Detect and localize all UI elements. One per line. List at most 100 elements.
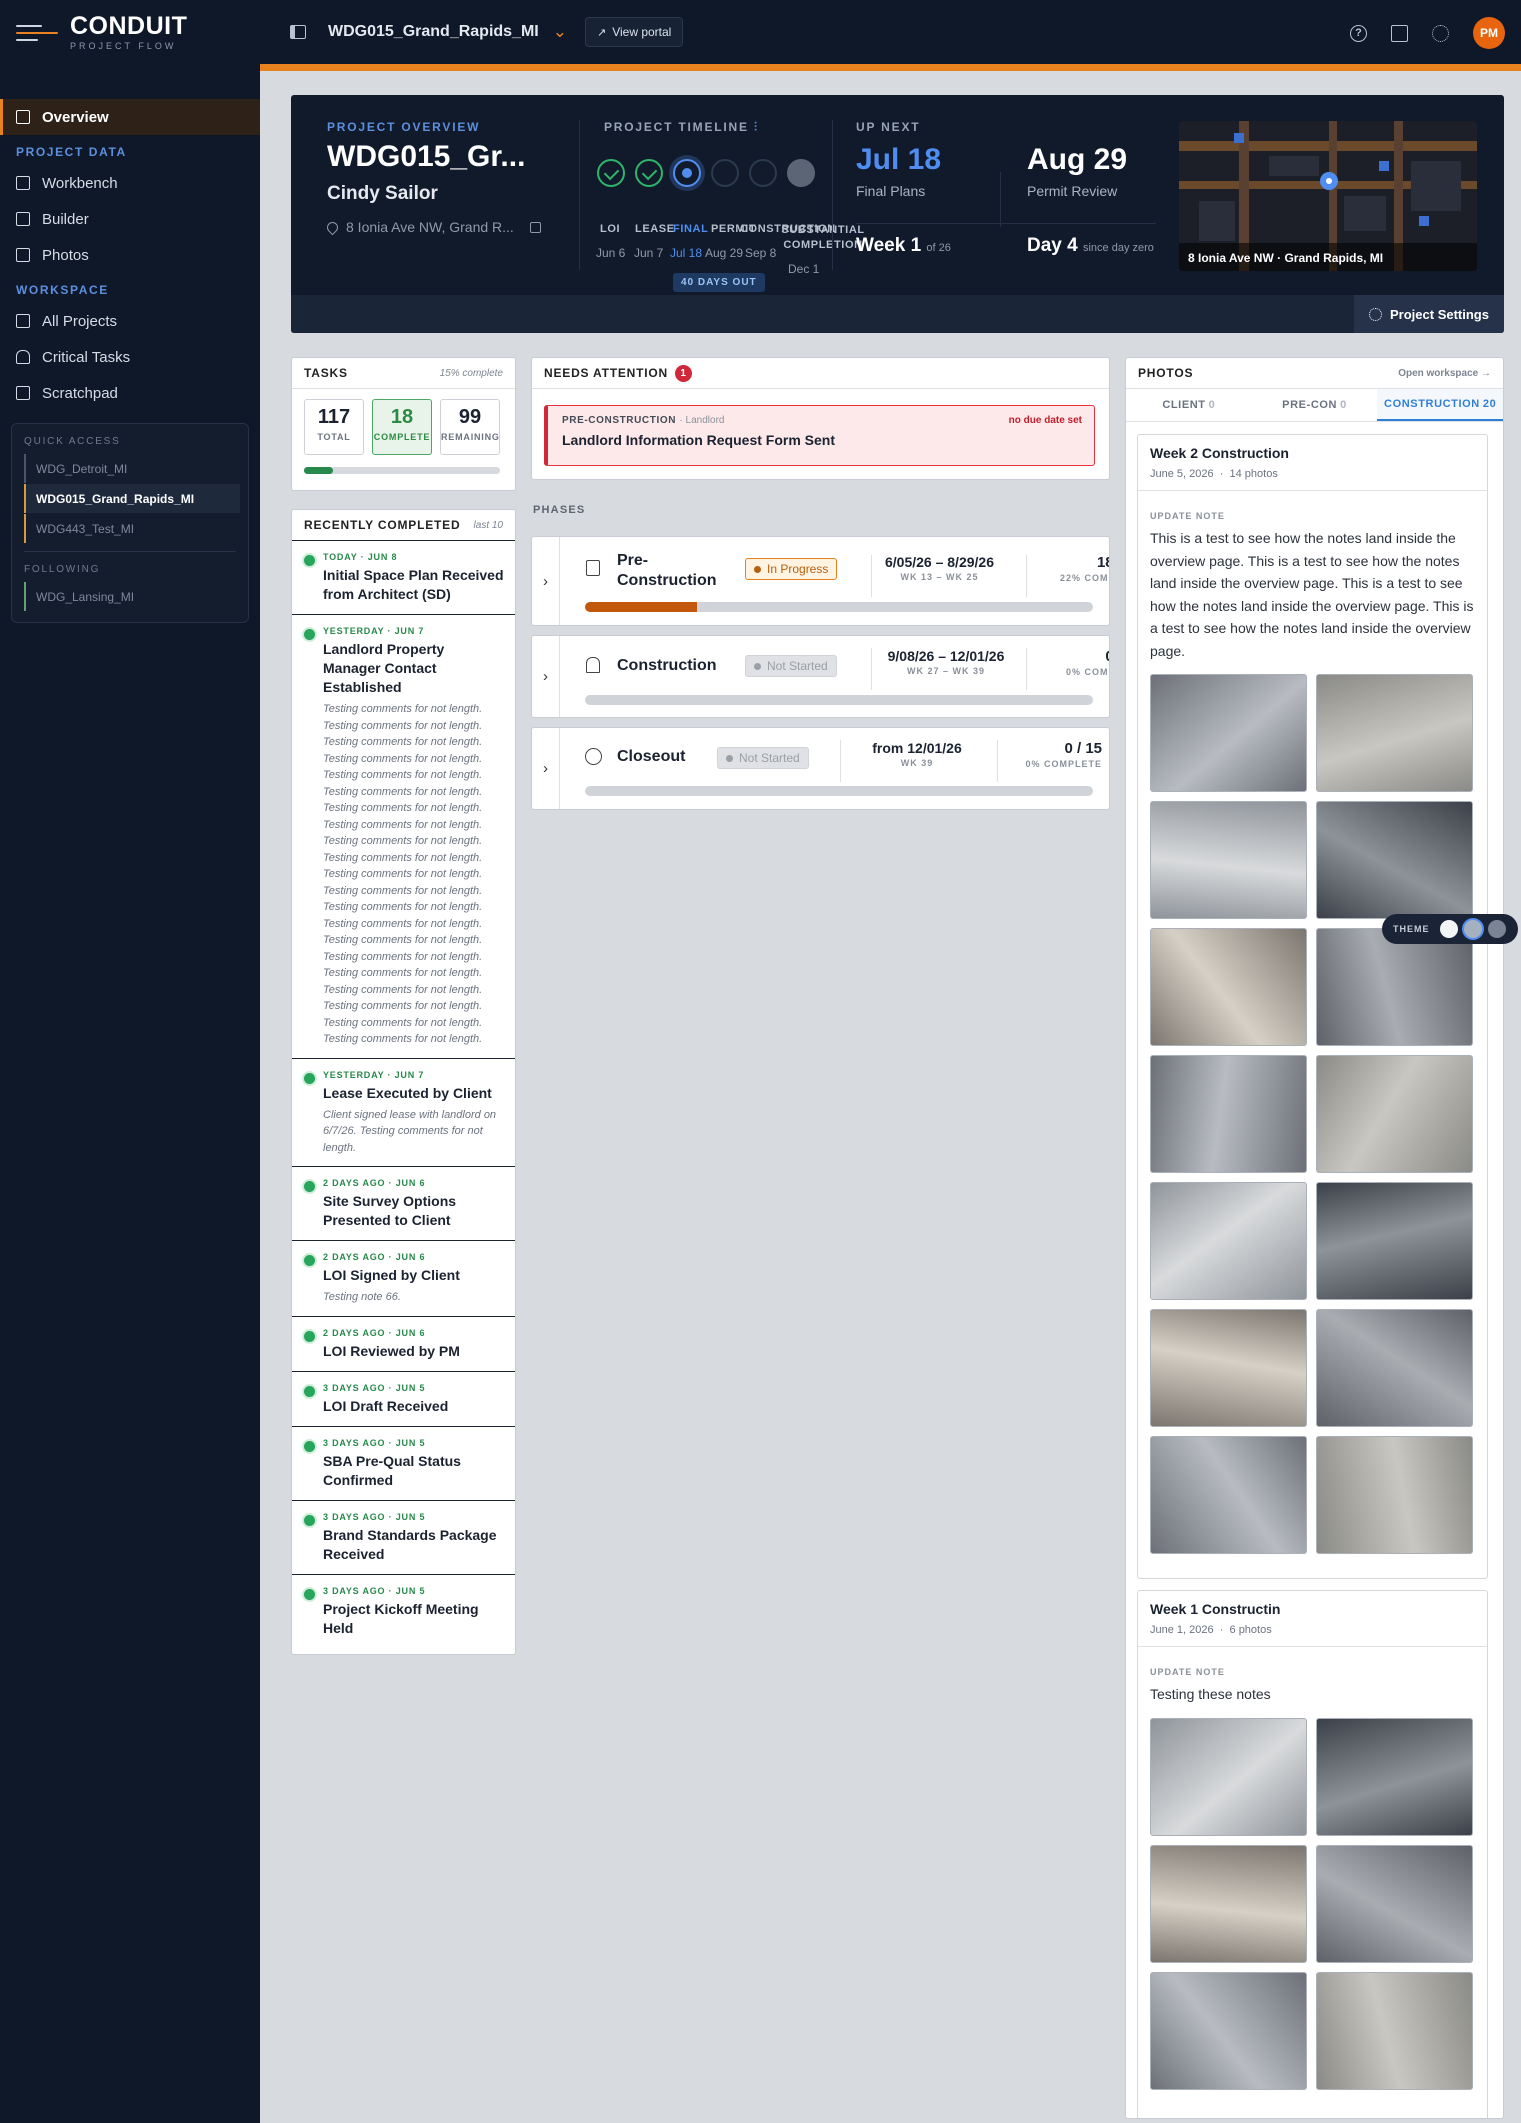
construction-photo[interactable] — [1150, 1436, 1307, 1554]
layout-icon[interactable] — [1391, 24, 1408, 42]
milestone-marker[interactable] — [787, 159, 815, 187]
copy-icon[interactable] — [529, 221, 541, 233]
attention-item[interactable]: PRE-CONSTRUCTION · Landlord Landlord Inf… — [544, 405, 1095, 466]
construction-photo[interactable] — [1316, 801, 1473, 919]
construction-photo[interactable] — [1150, 1717, 1307, 1836]
construction-photo[interactable] — [1316, 1055, 1473, 1173]
completed-comment: Testing comments for not length. Testing… — [323, 703, 483, 1045]
tab-client[interactable]: CLIENT 0 — [1126, 389, 1252, 421]
theme-dim-option[interactable] — [1463, 920, 1482, 938]
construction-photo[interactable] — [1316, 1436, 1473, 1554]
chevron-down-icon[interactable]: ⌄ — [553, 22, 567, 42]
sidebar-item-critical-tasks[interactable]: Critical Tasks — [0, 339, 260, 375]
milestone-marker[interactable] — [635, 159, 663, 187]
list-item[interactable]: 3 DAYS AGO · JUN 5 SBA Pre-Qual Status Co… — [292, 1425, 515, 1500]
avatar[interactable]: PM — [1473, 17, 1505, 49]
menu-icon[interactable] — [16, 22, 58, 42]
construction-photo[interactable] — [1150, 801, 1307, 919]
construction-photo[interactable] — [1316, 1309, 1473, 1427]
week-title: Week 2 Construction — [1150, 445, 1289, 461]
remaining-tasks: 99 REMAINING — [440, 399, 500, 455]
construction-photo[interactable] — [1316, 1182, 1473, 1300]
chevron-right-icon[interactable]: › — [532, 636, 560, 717]
milestone-date: Dec 1 — [788, 262, 820, 276]
construction-photo[interactable] — [1316, 1844, 1473, 1963]
update-note: Testing these notes — [1150, 1686, 1271, 1702]
milestone-marker[interactable] — [711, 159, 739, 187]
milestone-marker[interactable] — [597, 159, 625, 187]
chevron-right-icon[interactable]: › — [532, 728, 560, 809]
phase-row[interactable]: › Construction Not Started 9/08/26 – 12/… — [531, 635, 1110, 718]
list-item[interactable]: 3 DAYS AGO · JUN 5 Brand Standards Packag… — [292, 1499, 515, 1574]
theme-switcher: THEME — [1382, 914, 1518, 944]
theme-light-option[interactable] — [1439, 920, 1458, 938]
phase-row[interactable]: › Closeout Not Started from 12/01/26 WK 3… — [531, 727, 1110, 810]
construction-photo[interactable] — [1316, 1971, 1473, 2090]
overview-label: PROJECT OVERVIEW — [327, 120, 481, 134]
recent-title: RECENTLY COMPLETED — [304, 518, 461, 532]
sidebar-item-workbench[interactable]: Workbench — [0, 165, 260, 201]
completed-when: YESTERDAY · JUN 7 — [323, 626, 425, 636]
completed-title: Brand Standards Package Received — [323, 1526, 497, 1562]
project-settings-button[interactable]: Project Settings — [1354, 295, 1504, 333]
gear-icon[interactable] — [1432, 24, 1449, 42]
open-workspace-link[interactable]: Open workspace → — [1398, 368, 1491, 379]
phase-row[interactable]: › Pre-Construction In Progress 6/05/26 –… — [531, 536, 1110, 626]
location-map[interactable]: 8 Ionia Ave NW · Grand Rapids, MI — [1179, 121, 1477, 271]
completed-dot-icon — [304, 1255, 315, 1266]
week-photo-count: 6 photos — [1229, 1624, 1272, 1636]
construction-photo[interactable] — [1150, 1055, 1307, 1173]
completed-title: Landlord Property Manager Contact Establ… — [323, 641, 445, 695]
sidebar-item-builder[interactable]: Builder — [0, 201, 260, 237]
tasks-card: TASKS 15% complete 117 TOTAL 18 COMPLETE 99… — [291, 357, 516, 491]
construction-photo[interactable] — [1150, 1844, 1307, 1963]
sidebar-item-all-projects[interactable]: All Projects — [0, 303, 260, 339]
list-item[interactable]: 2 DAYS AGO · JUN 6 Site Survey Options Pr… — [292, 1166, 515, 1240]
sidebar-item-scratchpad[interactable]: Scratchpad — [0, 375, 260, 411]
quick-access-item[interactable]: WDG015_Grand_Rapids_MI — [24, 484, 240, 513]
help-icon[interactable]: ? — [1350, 24, 1367, 42]
tasks-progress-bar — [304, 467, 500, 474]
tab-pre-con[interactable]: PRE-CON 0 — [1252, 389, 1378, 421]
quick-access-item[interactable]: WDG443_Test_MI — [24, 514, 240, 543]
milestone-marker[interactable] — [673, 159, 701, 187]
project-selector[interactable]: WDG015_Grand_Rapids_MI — [328, 23, 539, 41]
quick-access-item[interactable]: WDG_Detroit_MI — [24, 454, 240, 483]
logo[interactable]: CONDUIT PROJECT FLOW — [0, 0, 260, 64]
list-item[interactable]: YESTERDAY · JUN 7 Lease Executed by Clien… — [292, 1057, 515, 1167]
construction-photo[interactable] — [1150, 674, 1307, 792]
construction-photo[interactable] — [1150, 1309, 1307, 1427]
construction-photo[interactable] — [1316, 1717, 1473, 1836]
completed-when: 2 DAYS AGO · JUN 6 — [323, 1178, 426, 1188]
list-item[interactable]: YESTERDAY · JUN 7 Landlord Property Manag… — [292, 614, 515, 1058]
list-item[interactable]: 3 DAYS AGO · JUN 5 LOI Draft Received — [292, 1370, 515, 1426]
list-item[interactable]: TODAY · JUN 8 Initial Space Plan Received… — [292, 541, 515, 614]
sliders-icon[interactable]: ⫶ — [754, 120, 759, 134]
completed-title: LOI Signed by Client — [323, 1267, 460, 1283]
chevron-right-icon[interactable]: › — [532, 537, 560, 625]
next-milestone-date: Jul 18 — [856, 143, 942, 176]
recently-completed-card: RECENTLY COMPLETED last 10 TODAY · JUN 8 I… — [291, 509, 516, 1655]
sidebar-item-overview[interactable]: Overview — [0, 99, 260, 135]
theme-dark-option[interactable] — [1487, 920, 1506, 938]
quick-access-title: QUICK ACCESS — [24, 436, 121, 447]
construction-photo[interactable] — [1150, 1182, 1307, 1300]
construction-photo[interactable] — [1150, 928, 1307, 1046]
location-pin-icon — [324, 219, 341, 235]
list-item[interactable]: 2 DAYS AGO · JUN 6 LOI Reviewed by PM — [292, 1315, 515, 1371]
attention-category: PRE-CONSTRUCTION — [562, 415, 677, 426]
list-item[interactable]: 3 DAYS AGO · JUN 5 Project Kickoff Meetin… — [292, 1573, 515, 1648]
sidebar-toggle-icon[interactable] — [290, 25, 306, 39]
completed-dot-icon — [304, 1181, 315, 1192]
sidebar-item-photos[interactable]: Photos — [0, 237, 260, 273]
tab-construction[interactable]: CONSTRUCTION 20 — [1377, 389, 1503, 421]
construction-photo[interactable] — [1150, 1971, 1307, 2090]
list-item[interactable]: 2 DAYS AGO · JUN 6 LOI Signed by Client Te… — [292, 1240, 515, 1316]
following-item[interactable]: WDG_Lansing_MI — [24, 582, 240, 611]
construction-photo[interactable] — [1316, 674, 1473, 792]
construction-photo[interactable] — [1316, 928, 1473, 1046]
completed-title: SBA Pre-Qual Status Confirmed — [323, 1452, 461, 1488]
milestone-marker[interactable] — [749, 159, 777, 187]
phase-name: Construction — [617, 657, 717, 674]
view-portal-button[interactable]: ↗ View portal — [584, 17, 684, 47]
